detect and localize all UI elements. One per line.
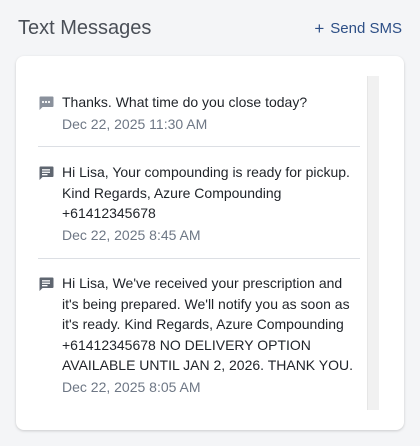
messages-list[interactable]: Thanks. What time do you close today? De… [16, 76, 376, 410]
divider [38, 258, 360, 259]
scrollbar[interactable] [367, 76, 379, 410]
divider [38, 146, 360, 147]
message-item: Hi Lisa, We've received your prescriptio… [16, 273, 366, 397]
message-timestamp: Dec 22, 2025 8:45 AM [62, 226, 201, 243]
message-text: Thanks. What time do you close today? [62, 94, 308, 110]
message-timestamp: Dec 22, 2025 11:30 AM [62, 115, 208, 132]
message-icon [38, 165, 54, 181]
section-header: Text Messages + Send SMS [0, 0, 420, 56]
send-sms-button[interactable]: + Send SMS [314, 20, 402, 37]
message-timestamp: Dec 22, 2025 8:05 AM [62, 378, 201, 395]
messages-card: Thanks. What time do you close today? De… [16, 56, 404, 430]
message-item: Thanks. What time do you close today? De… [16, 92, 366, 134]
message-item: Hi Lisa, Your compounding is ready for p… [16, 162, 366, 245]
message-text: Hi Lisa, We've received your prescriptio… [62, 275, 354, 373]
message-icon [38, 276, 54, 292]
send-sms-label: Send SMS [330, 20, 402, 37]
message-text: Hi Lisa, Your compounding is ready for p… [62, 164, 350, 221]
sms-dots-icon [38, 95, 54, 111]
section-title: Text Messages [18, 17, 152, 39]
plus-icon: + [314, 19, 325, 38]
